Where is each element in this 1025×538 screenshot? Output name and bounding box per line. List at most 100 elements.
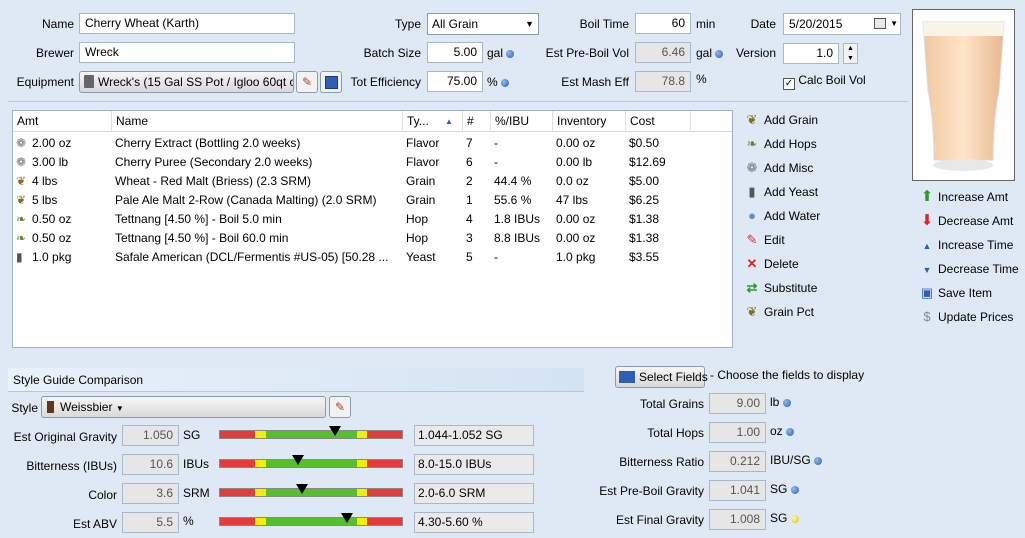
edit-style-button[interactable]: ✎	[329, 396, 351, 418]
header-divider	[8, 101, 908, 102]
ingredients-table[interactable]: Amt Name Ty... ▲ # %/IBU Inventory Cost ❁…	[12, 110, 733, 348]
batch-size-unit: gal	[487, 46, 515, 60]
select-fields-button[interactable]: Select Fields	[615, 366, 708, 388]
increase-amt-button[interactable]: ⬆ Increase Amt	[920, 186, 1008, 208]
table-row[interactable]: ▮ 1.0 pkg Safale American (DCL/Fermentis #…	[13, 248, 731, 267]
info-dot-icon[interactable]	[782, 398, 791, 407]
delete-x-icon: ✕	[746, 256, 758, 271]
range-segment-green	[266, 489, 357, 496]
hops-unit-text: oz	[770, 424, 783, 438]
style-guide-title: Style Guide Comparison	[13, 373, 144, 387]
style-select[interactable]: Weissbier ▼	[41, 396, 326, 418]
boil-time-input[interactable]: 60	[635, 13, 691, 34]
warning-dot-icon[interactable]	[790, 514, 799, 523]
substitute-button[interactable]: ⇄ Substitute	[744, 277, 818, 299]
update-prices-button[interactable]: $ Update Prices	[920, 306, 1013, 328]
decrease-amt-label: Decrease Amt	[938, 214, 1014, 228]
column-header-pct-ibu[interactable]: %/IBU	[491, 111, 553, 132]
table-row[interactable]: ❁ 2.00 oz Cherry Extract (Bottling 2.0 wee…	[13, 134, 731, 153]
type-select[interactable]: All Grain ▼	[427, 13, 539, 35]
info-dot-icon[interactable]	[715, 49, 724, 58]
version-label: Version	[735, 46, 776, 60]
cell-pct: -	[494, 155, 498, 169]
range-segment-yellow	[255, 460, 266, 467]
edit-equipment-button[interactable]: ✎	[296, 71, 318, 93]
cell-inv: 0.00 lb	[556, 155, 593, 169]
equipment-select[interactable]: Wreck's (15 Gal SS Pot / Igloo 60qt co	[79, 71, 294, 93]
table-row[interactable]: ❧ 0.50 oz Tettnang [4.50 %] - Boil 5.0 min…	[13, 210, 731, 229]
add-hops-button[interactable]: ❧ Add Hops	[744, 133, 817, 155]
cell-num: 4	[466, 212, 473, 226]
range-segment-green	[266, 460, 357, 467]
add-grain-button[interactable]: ❦ Add Grain	[744, 109, 818, 131]
batch-size-input[interactable]: 5.00	[427, 42, 483, 63]
range-segment-red	[367, 518, 402, 525]
cell-cost: $12.69	[629, 155, 666, 169]
pbg-unit-text: SG	[770, 482, 788, 496]
cell-amt: ❧ 0.50 oz	[13, 229, 112, 248]
column-header-type[interactable]: Ty... ▲	[403, 111, 463, 132]
add-yeast-button[interactable]: ▮ Add Yeast	[744, 181, 818, 203]
table-row[interactable]: ❦ 4 lbs Wheat - Red Malt (Briess) (2.3 SRM…	[13, 172, 731, 191]
table-row[interactable]: ❦ 5 lbs Pale Ale Malt 2-Row (Canada Maltin…	[13, 191, 731, 210]
efficiency-input[interactable]: 75.00	[427, 71, 483, 92]
equipment-value: Wreck's (15 Gal SS Pot / Igloo 60qt co	[98, 75, 294, 89]
pencil-icon: ✎	[334, 400, 346, 414]
ibu-unit: IBUs	[183, 457, 210, 471]
pre-boil-gravity-label: Est Pre-Boil Gravity	[599, 484, 704, 498]
version-input[interactable]: 1.0	[783, 43, 839, 64]
table-row[interactable]: ❁ 3.00 lb Cherry Puree (Secondary 2.0 week…	[13, 153, 731, 172]
save-item-button[interactable]: ▣ Save Item	[920, 282, 992, 304]
increase-time-button[interactable]: ▲ Increase Time	[920, 234, 1014, 256]
chevron-up-icon[interactable]: ▲	[847, 45, 854, 52]
recipe-name-input[interactable]: Cherry Wheat (Karth)	[79, 13, 295, 34]
boil-time-label: Boil Time	[579, 17, 629, 31]
info-dot-icon[interactable]	[501, 78, 510, 87]
column-header-amt[interactable]: Amt	[13, 111, 112, 132]
info-dot-icon[interactable]	[506, 49, 515, 58]
cell-type: Yeast	[406, 250, 436, 264]
color-value: 3.6	[122, 483, 179, 504]
version-stepper[interactable]: ▲ ▼	[843, 43, 858, 64]
column-header-inventory[interactable]: Inventory	[553, 111, 626, 132]
table-row[interactable]: ❧ 0.50 oz Tettnang [4.50 %] - Boil 60.0 mi…	[13, 229, 731, 248]
decrease-amt-button[interactable]: ⬇ Decrease Amt	[920, 210, 1014, 232]
misc-icon: ❁	[16, 155, 27, 169]
yeast-vial-icon: ▮	[16, 250, 23, 264]
grain-icon: ❦	[16, 174, 27, 188]
column-header-number[interactable]: #	[463, 111, 491, 132]
info-dot-icon[interactable]	[814, 456, 823, 465]
og-label: Est Original Gravity	[13, 430, 117, 444]
edit-button[interactable]: ✎ Edit	[744, 229, 785, 251]
hop-icon: ❧	[16, 231, 27, 245]
info-dot-icon[interactable]	[790, 485, 799, 494]
checkbox-checked-icon[interactable]: ✓	[783, 78, 795, 90]
date-picker[interactable]: 5/20/2015 ▼	[783, 13, 901, 35]
add-water-button[interactable]: ● Add Water	[744, 205, 820, 227]
mash-eff-value: 78.8	[635, 71, 691, 92]
cell-inv: 0.00 oz	[556, 212, 596, 226]
batch-unit-text: gal	[487, 46, 504, 60]
info-dot-icon[interactable]	[786, 427, 795, 436]
add-misc-button[interactable]: ❁ Add Misc	[744, 157, 814, 179]
og-range: 1.044-1.052 SG	[414, 425, 534, 446]
hop-icon: ❧	[16, 212, 27, 226]
type-value: All Grain	[432, 17, 479, 31]
cell-cost: $1.38	[629, 231, 660, 245]
calc-boil-vol-checkbox[interactable]: ✓ Calc Boil Vol	[783, 73, 866, 90]
total-hops-label: Total Hops	[647, 426, 704, 440]
swap-arrows-icon: ⇄	[746, 280, 758, 295]
delete-button[interactable]: ✕ Delete	[744, 253, 799, 275]
cell-amt: ❁ 3.00 lb	[13, 153, 112, 172]
column-header-cost[interactable]: Cost	[626, 111, 691, 132]
chevron-down-icon[interactable]: ▼	[847, 55, 854, 62]
triangle-down-icon: ▼	[922, 265, 932, 275]
grain-pct-button[interactable]: ❦ Grain Pct	[744, 301, 814, 323]
range-segment-red	[220, 489, 255, 496]
cell-amt: ❦ 5 lbs	[13, 191, 112, 210]
range-segment-red	[220, 518, 255, 525]
cell-amt: ▮ 1.0 pkg	[13, 248, 112, 267]
brewer-input[interactable]: Wreck	[79, 42, 295, 63]
decrease-time-button[interactable]: ▼ Decrease Time	[920, 258, 1019, 280]
column-header-name[interactable]: Name	[112, 111, 403, 132]
